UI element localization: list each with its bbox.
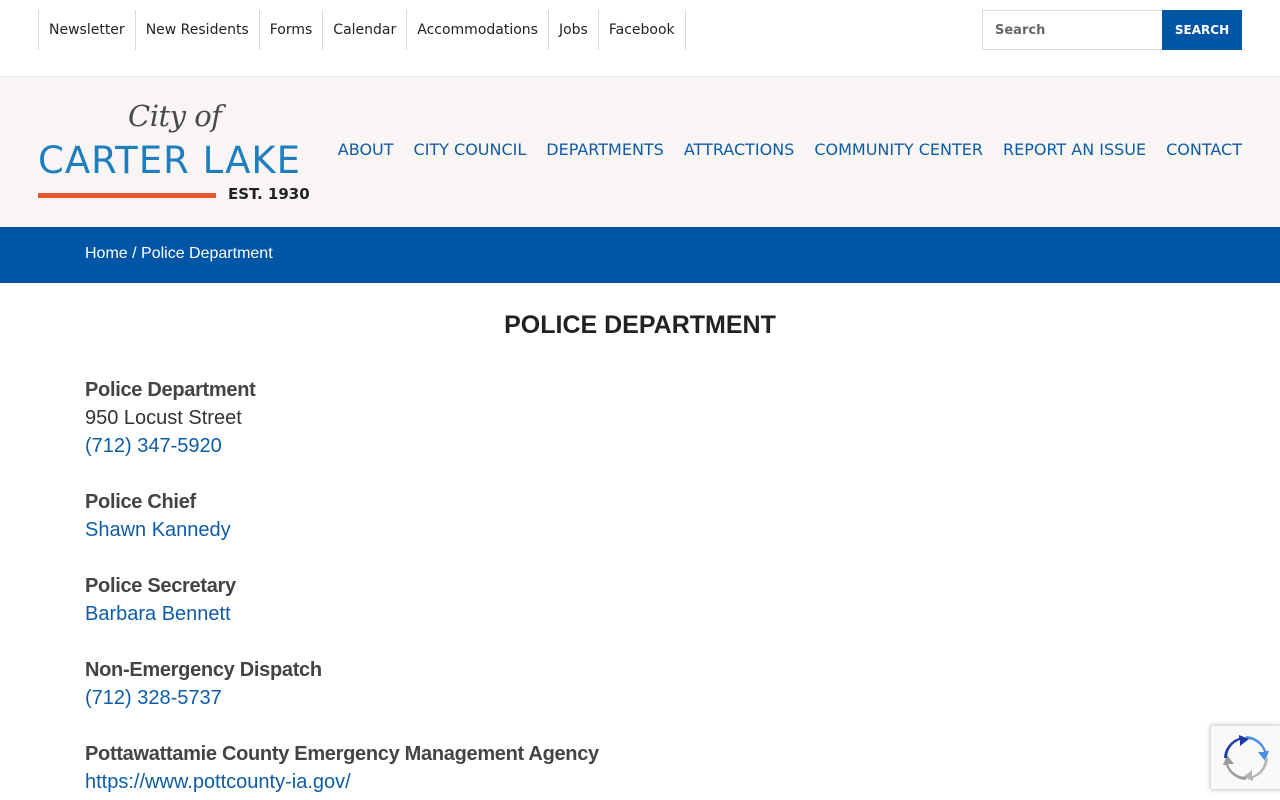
logo-underline	[38, 193, 216, 198]
logo-city-of: City of	[128, 99, 222, 133]
breadcrumb-home[interactable]: Home	[85, 245, 128, 262]
breadcrumb: Home / Police Department	[85, 245, 273, 263]
logo-city-name: CARTER LAKE	[38, 139, 302, 182]
section-police-secretary: Police Secretary Barbara Bennett	[85, 572, 1185, 628]
section-label: Police Secretary	[85, 575, 236, 597]
section-non-emergency-dispatch: Non-Emergency Dispatch (712) 328-5737	[85, 656, 1185, 712]
police-secretary-link[interactable]: Barbara Bennett	[85, 600, 1185, 628]
utility-bar: Newsletter New Residents Forms Calendar …	[0, 0, 1280, 77]
nav-attractions[interactable]: ATTRACTIONS	[684, 140, 794, 159]
breadcrumb-current: Police Department	[141, 245, 273, 262]
section-label: Police Chief	[85, 491, 196, 513]
utility-link-facebook[interactable]: Facebook	[597, 10, 686, 50]
nav-contact[interactable]: CONTACT	[1166, 140, 1242, 159]
main-content: Police Department 950 Locust Street (712…	[85, 376, 1185, 800]
section-emergency-management: Pottawattamie County Emergency Managemen…	[85, 740, 1185, 796]
search-input[interactable]	[982, 10, 1163, 50]
nav-community-center[interactable]: COMMUNITY CENTER	[814, 140, 983, 159]
police-chief-link[interactable]: Shawn Kannedy	[85, 516, 1185, 544]
dispatch-phone-link[interactable]: (712) 328-5737	[85, 684, 1185, 712]
utility-link-new-residents[interactable]: New Residents	[134, 10, 259, 50]
phone-link[interactable]: (712) 347-5920	[85, 432, 1185, 460]
section-label: Pottawattamie County Emergency Managemen…	[85, 743, 599, 765]
recaptcha-badge[interactable]	[1210, 725, 1280, 790]
section-police-department: Police Department 950 Locust Street (712…	[85, 376, 1185, 460]
breadcrumb-bar: Home / Police Department	[0, 227, 1280, 283]
logo-established: EST. 1930	[228, 185, 310, 203]
main-nav: ABOUT CITY COUNCIL DEPARTMENTS ATTRACTIO…	[338, 140, 1242, 159]
utility-link-calendar[interactable]: Calendar	[322, 10, 406, 50]
utility-link-accommodations[interactable]: Accommodations	[406, 10, 548, 50]
recaptcha-icon	[1223, 735, 1269, 781]
page-title: POLICE DEPARTMENT	[504, 311, 776, 339]
breadcrumb-separator: /	[127, 245, 142, 262]
utility-link-forms[interactable]: Forms	[258, 10, 323, 50]
section-label: Non-Emergency Dispatch	[85, 659, 322, 681]
nav-departments[interactable]: DEPARTMENTS	[546, 140, 664, 159]
address-text: 950 Locust Street	[85, 407, 242, 429]
utility-links: Newsletter New Residents Forms Calendar …	[38, 10, 686, 50]
section-police-chief: Police Chief Shawn Kannedy	[85, 488, 1185, 544]
utility-link-jobs[interactable]: Jobs	[547, 10, 598, 50]
utility-link-newsletter[interactable]: Newsletter	[38, 10, 135, 50]
search-button[interactable]: SEARCH	[1162, 10, 1242, 50]
section-label: Police Department	[85, 379, 256, 401]
nav-city-council[interactable]: CITY COUNCIL	[414, 140, 527, 159]
site-header: City of CARTER LAKE EST. 1930 ABOUT CITY…	[0, 77, 1280, 227]
pottcounty-website-link[interactable]: https://www.pottcounty-ia.gov/	[85, 768, 1185, 796]
city-logo[interactable]: City of CARTER LAKE EST. 1930	[38, 99, 310, 209]
nav-report-an-issue[interactable]: REPORT AN ISSUE	[1003, 140, 1146, 159]
nav-about[interactable]: ABOUT	[338, 140, 394, 159]
